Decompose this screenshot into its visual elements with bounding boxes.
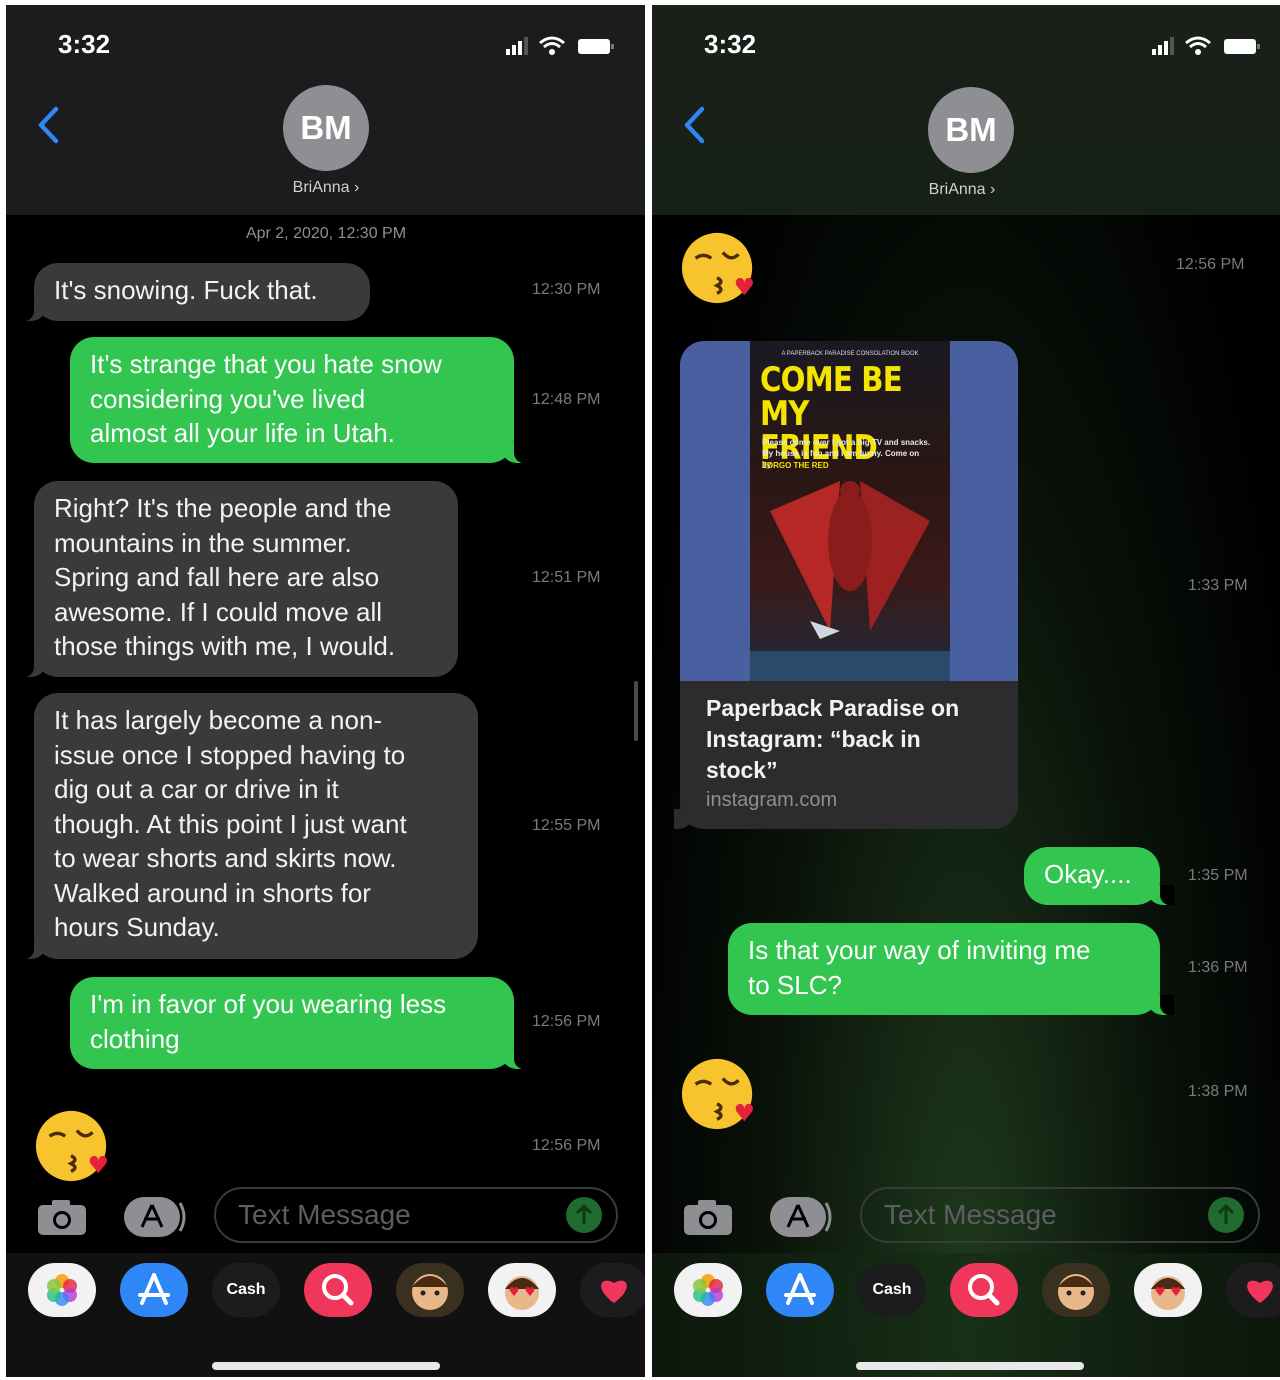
book-cover: A PAPERBACK PARADISE CONSOLATION BOOK CO… xyxy=(750,341,950,681)
apple-cash-icon[interactable]: Cash xyxy=(858,1263,926,1317)
message-timestamp: 12:56 PM xyxy=(532,1013,601,1030)
battery-icon xyxy=(1224,39,1260,54)
message-timestamp: 1:35 PM xyxy=(1188,867,1248,884)
message-bubble-outgoing[interactable]: Okay.... xyxy=(1024,847,1174,905)
avatar-initials: BM xyxy=(945,111,997,148)
camera-icon[interactable] xyxy=(36,1197,88,1237)
message-timestamp: 1:36 PM xyxy=(1188,959,1248,976)
apps-icon[interactable] xyxy=(768,1195,834,1239)
memoji-stickers-icon[interactable] xyxy=(1134,1263,1202,1317)
camera-icon[interactable] xyxy=(682,1197,734,1237)
avatar-initials: BM xyxy=(300,109,352,146)
image-search-icon[interactable] xyxy=(304,1263,372,1317)
home-indicator[interactable] xyxy=(856,1362,1084,1370)
status-icons xyxy=(506,36,614,55)
link-title: Paperback Paradise on Instagram: “back i… xyxy=(706,695,960,783)
phone-screen-right: 3:32 BM BriAnna › 12:56 PM A PAPERBACK P… xyxy=(652,5,1280,1377)
photos-icon[interactable] xyxy=(28,1263,96,1317)
message-bubble-incoming[interactable]: Right? It's the people and the mountains… xyxy=(20,481,458,677)
message-timestamp: 12:56 PM xyxy=(532,1137,601,1154)
arrow-up-icon xyxy=(1217,1203,1235,1224)
photos-icon[interactable] xyxy=(674,1263,742,1317)
text-message-input[interactable]: Text Message xyxy=(860,1187,1260,1243)
message-timestamp: 1:33 PM xyxy=(1188,577,1248,594)
send-button[interactable] xyxy=(566,1197,602,1233)
arrow-up-icon xyxy=(575,1203,593,1224)
phone-screen-left: 3:32 BM BriAnna › Apr 2, 2020, 12:30 PM … xyxy=(6,5,645,1377)
memoji-icon[interactable] xyxy=(1042,1263,1110,1317)
contact-avatar[interactable]: BM xyxy=(928,87,1014,173)
link-preview-image: A PAPERBACK PARADISE CONSOLATION BOOK CO… xyxy=(680,341,1018,681)
wifi-icon xyxy=(539,36,565,55)
wifi-icon xyxy=(1185,36,1211,55)
battery-icon xyxy=(578,39,614,54)
status-icons xyxy=(1152,36,1260,55)
kiss-emoji-icon[interactable] xyxy=(34,1107,112,1185)
text-message-input[interactable]: Text Message xyxy=(214,1187,618,1243)
kiss-emoji-icon[interactable] xyxy=(680,1055,758,1133)
link-domain: instagram.com xyxy=(706,789,838,811)
scroll-indicator[interactable] xyxy=(634,681,638,741)
message-bubble-outgoing[interactable]: I'm in favor of you wearing less clothin… xyxy=(70,977,528,1069)
contact-avatar[interactable]: BM xyxy=(283,85,369,171)
kiss-emoji-icon[interactable] xyxy=(680,229,758,307)
message-timestamp: 12:55 PM xyxy=(532,817,601,834)
link-preview-card[interactable]: A PAPERBACK PARADISE CONSOLATION BOOK CO… xyxy=(680,341,1018,829)
back-chevron-icon[interactable] xyxy=(682,105,706,145)
message-bubble-incoming[interactable]: It's snowing. Fuck that. xyxy=(20,263,370,321)
apple-cash-label: Cash xyxy=(226,1281,266,1298)
message-bubble-outgoing[interactable]: It's strange that you hate snow consider… xyxy=(70,337,528,463)
message-timestamp: 12:48 PM xyxy=(532,391,601,408)
book-author: ZORGO THE RED xyxy=(762,461,829,470)
digital-touch-icon[interactable] xyxy=(580,1263,645,1317)
status-time: 3:32 xyxy=(58,29,111,59)
apple-cash-label: Cash xyxy=(872,1281,912,1298)
app-store-icon[interactable] xyxy=(120,1263,188,1317)
send-button[interactable] xyxy=(1208,1197,1244,1233)
dragon-illustration xyxy=(750,481,950,681)
cellular-signal-icon xyxy=(1152,37,1174,55)
date-separator: Apr 2, 2020, 12:30 PM xyxy=(245,225,407,242)
message-timestamp: 12:56 PM xyxy=(1176,256,1245,273)
contact-name[interactable]: BriAnna › xyxy=(862,181,1062,199)
cellular-signal-icon xyxy=(506,37,528,55)
message-timestamp: 1:38 PM xyxy=(1188,1083,1248,1100)
home-indicator[interactable] xyxy=(212,1362,440,1370)
image-search-icon[interactable] xyxy=(950,1263,1018,1317)
message-timestamp: 12:51 PM xyxy=(532,569,601,586)
contact-name[interactable]: BriAnna › xyxy=(226,179,426,197)
link-card-tail xyxy=(674,809,694,829)
status-time: 3:32 xyxy=(704,29,757,59)
message-bubble-outgoing[interactable]: Is that your way of inviting me to SLC? xyxy=(728,923,1174,1015)
apps-icon[interactable] xyxy=(122,1195,188,1239)
apple-cash-icon[interactable]: Cash xyxy=(212,1263,280,1317)
memoji-icon[interactable] xyxy=(396,1263,464,1317)
book-series: A PAPERBACK PARADISE CONSOLATION BOOK xyxy=(781,351,919,357)
memoji-stickers-icon[interactable] xyxy=(488,1263,556,1317)
back-chevron-icon[interactable] xyxy=(36,105,60,145)
digital-touch-icon[interactable] xyxy=(1226,1263,1280,1317)
message-timestamp: 12:30 PM xyxy=(532,281,601,298)
app-store-icon[interactable] xyxy=(766,1263,834,1317)
message-bubble-incoming[interactable]: It has largely become a non- issue once … xyxy=(20,693,478,959)
